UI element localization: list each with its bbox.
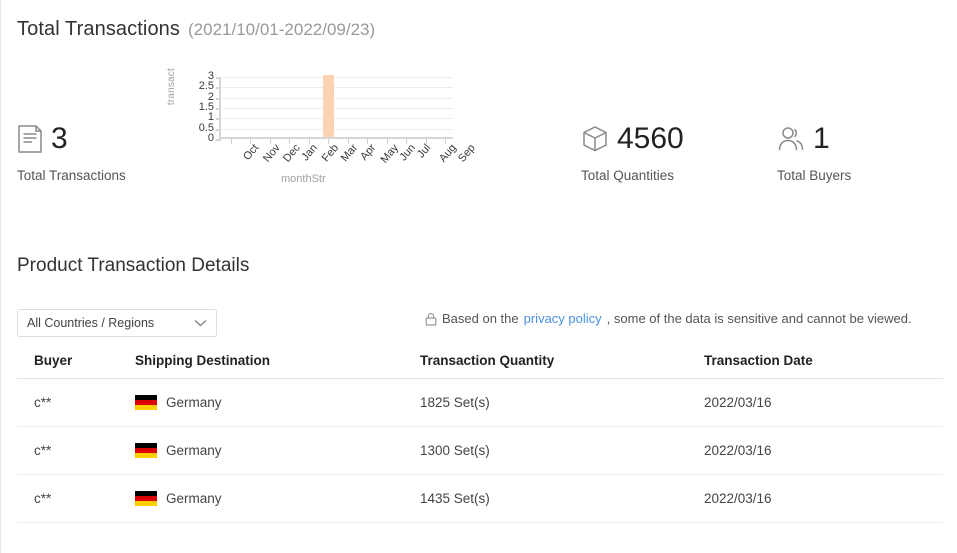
stat-value: 1 [813,122,830,155]
monthly-transactions-chart: transact 0 0.5 1 1.5 2 2.5 3 Oct Nov Dec Jan Feb Ma… [166,60,478,190]
chart-y-tick-label: 3 [207,70,214,82]
chart-y-tick-label: 1 [207,111,214,124]
box-icon [581,124,609,154]
chart-x-tick-label: Nov [261,142,284,165]
chart-y-tick-mark [216,118,221,121]
stat-total-transactions: 3 Total Transactions [17,122,126,184]
cell-transaction-date: 2022/03/16 [704,443,772,458]
destination-name: Germany [166,395,222,410]
document-icon [17,124,43,154]
chart-y-tick-mark [216,77,221,79]
chart-y-tick-mark [216,108,221,110]
chart-x-tick-label: Apr [357,142,379,163]
flag-germany [135,443,157,458]
overview-header: Total Transactions (2021/10/01-2022/09/2… [17,18,375,41]
chart-gridline [222,97,453,99]
cell-transaction-date: 2022/03/16 [704,491,772,506]
table-body: c** Germany 1825 Set(s) 2022/03/16 c** German… [17,379,943,523]
chart-plot-area [216,75,453,144]
details-section-title: Product Transaction Details [17,255,250,276]
chart-x-tick-label: Feb [319,142,341,165]
country-region-filter[interactable]: All Countries / Regions [17,309,217,337]
chart-gridline [222,118,453,120]
transactions-table: Buyer Shipping Destination Transaction Q… [17,345,943,523]
stat-total-quantities: 4560 Total Quantities [581,122,684,184]
column-header-transaction-date: Transaction Date [704,353,813,368]
cell-buyer: c** [34,491,52,506]
destination-name: Germany [166,491,222,506]
chart-gridline [222,87,453,89]
stat-label: Total Buyers [777,168,852,183]
chart-y-tick-label: 0 [207,132,214,144]
chart-bar [322,75,334,137]
stat-value: 4560 [617,122,684,155]
table-header: Buyer Shipping Destination Transaction Q… [17,345,943,379]
chart-y-tick-label: 0.5 [198,121,214,134]
chart-x-tick-label: Jan [299,142,321,164]
chart-y-tick-label: 1.5 [198,101,214,113]
chart-y-axis-ticks: 0 0.5 1 1.5 2 2.5 3 [182,71,214,144]
chart-x-tick-label: Oct [240,142,262,163]
privacy-notice-prefix: Based on the [442,311,519,326]
chart-x-axis-ticks: Oct Nov Dec Jan Feb Mar Apr May Jun Jul Aug Sep [219,142,478,182]
privacy-notice: Based on the privacy policy , some of the… [425,311,912,326]
cell-shipping-destination: Germany [135,475,420,522]
chart-y-tick-mark [216,139,221,141]
chevron-down-icon [194,319,207,327]
chart-x-tick-label: Sep [456,142,479,165]
cell-shipping-destination: Germany [135,379,420,426]
cell-transaction-quantity: 1825 Set(s) [420,395,490,410]
table-header-row: Buyer Shipping Destination Transaction Q… [17,345,943,379]
chart-y-tick-label: 2.5 [198,80,214,93]
chart-gridline [222,128,453,130]
privacy-policy-link[interactable]: privacy policy [524,311,602,326]
lock-icon [425,312,437,326]
stat-total-buyers: 1 Total Buyers [777,122,852,184]
column-header-shipping-destination: Shipping Destination [135,353,270,368]
cell-shipping-destination: Germany [135,427,420,474]
chart-y-tick-mark [216,97,221,100]
chart-gridline [222,108,453,109]
chart-y-tick-mark [216,87,221,90]
stat-value: 3 [51,122,68,155]
stat-label: Total Quantities [581,168,675,183]
page-title: Total Transactions [17,18,180,40]
cell-transaction-quantity: 1300 Set(s) [420,443,490,458]
chart-y-axis-label: transact [166,68,177,106]
cell-transaction-quantity: 1435 Set(s) [420,491,490,506]
chart-x-tick-label: Dec [280,142,303,165]
cell-transaction-date: 2022/03/16 [704,395,772,410]
destination-name: Germany [166,443,222,458]
chart-x-axis-label: monthStr [281,173,326,185]
column-header-buyer: Buyer [34,353,73,368]
table-row: c** Germany 1300 Set(s) 2022/03/16 [17,427,943,475]
transactions-overview-page: Total Transactions (2021/10/01-2022/09/2… [0,0,957,553]
table-row: c** Germany 1825 Set(s) 2022/03/16 [17,379,943,427]
country-region-filter-value: All Countries / Regions [27,316,155,330]
chart-y-tick-mark [216,128,221,131]
date-range-label: (2021/10/01-2022/09/23) [188,20,376,39]
chart-x-tick-label: Mar [339,142,361,165]
flag-germany [135,395,157,410]
cell-buyer: c** [34,443,52,458]
chart-y-tick-label: 2 [207,90,214,103]
chart-gridline [222,77,453,78]
table-row: c** Germany 1435 Set(s) 2022/03/16 [17,475,943,523]
stat-label: Total Transactions [17,168,126,183]
users-icon [777,124,805,154]
chart-x-tick-label: Aug [436,142,459,165]
privacy-notice-suffix: , some of the data is sensitive and cann… [606,311,912,326]
chart-x-tick-label: Jul [415,142,434,161]
flag-germany [135,491,157,506]
column-header-transaction-quantity: Transaction Quantity [420,353,555,368]
cell-buyer: c** [34,395,52,410]
